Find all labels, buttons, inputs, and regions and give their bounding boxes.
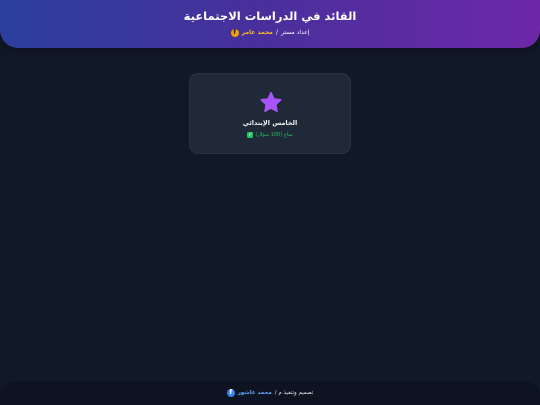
- page-header: القائد في الدراسات الاجتماعية إعداد مستر…: [0, 0, 540, 48]
- footer-author-link[interactable]: محمد عاشور: [238, 390, 272, 396]
- grade-title: الخامس الإبتدائي: [242, 119, 298, 127]
- grade-status-text: متاح (100 سؤال): [255, 132, 293, 138]
- check-icon: [247, 131, 254, 139]
- credits-separator: /: [276, 29, 279, 36]
- star-icon: [260, 91, 282, 113]
- app-page: القائد في الدراسات الاجتماعية إعداد مستر…: [0, 0, 540, 405]
- facebook-icon[interactable]: [226, 388, 235, 397]
- header-author-link[interactable]: محمد عامر: [242, 28, 273, 37]
- page-footer: تصميم وتنفيذ م / محمد عاشور: [0, 381, 540, 405]
- footer-design-text: تصميم وتنفيذ م /: [274, 390, 314, 396]
- grade-card-fifth-primary[interactable]: الخامس الإبتدائي متاح (100 سؤال): [189, 73, 351, 154]
- prepared-by-label: إعداد مستر: [281, 29, 310, 36]
- header-credits: إعداد مستر / محمد عامر: [0, 28, 540, 37]
- grade-status: متاح (100 سؤال): [190, 131, 350, 139]
- facebook-icon[interactable]: [230, 28, 239, 37]
- page-title: القائد في الدراسات الاجتماعية: [183, 9, 357, 23]
